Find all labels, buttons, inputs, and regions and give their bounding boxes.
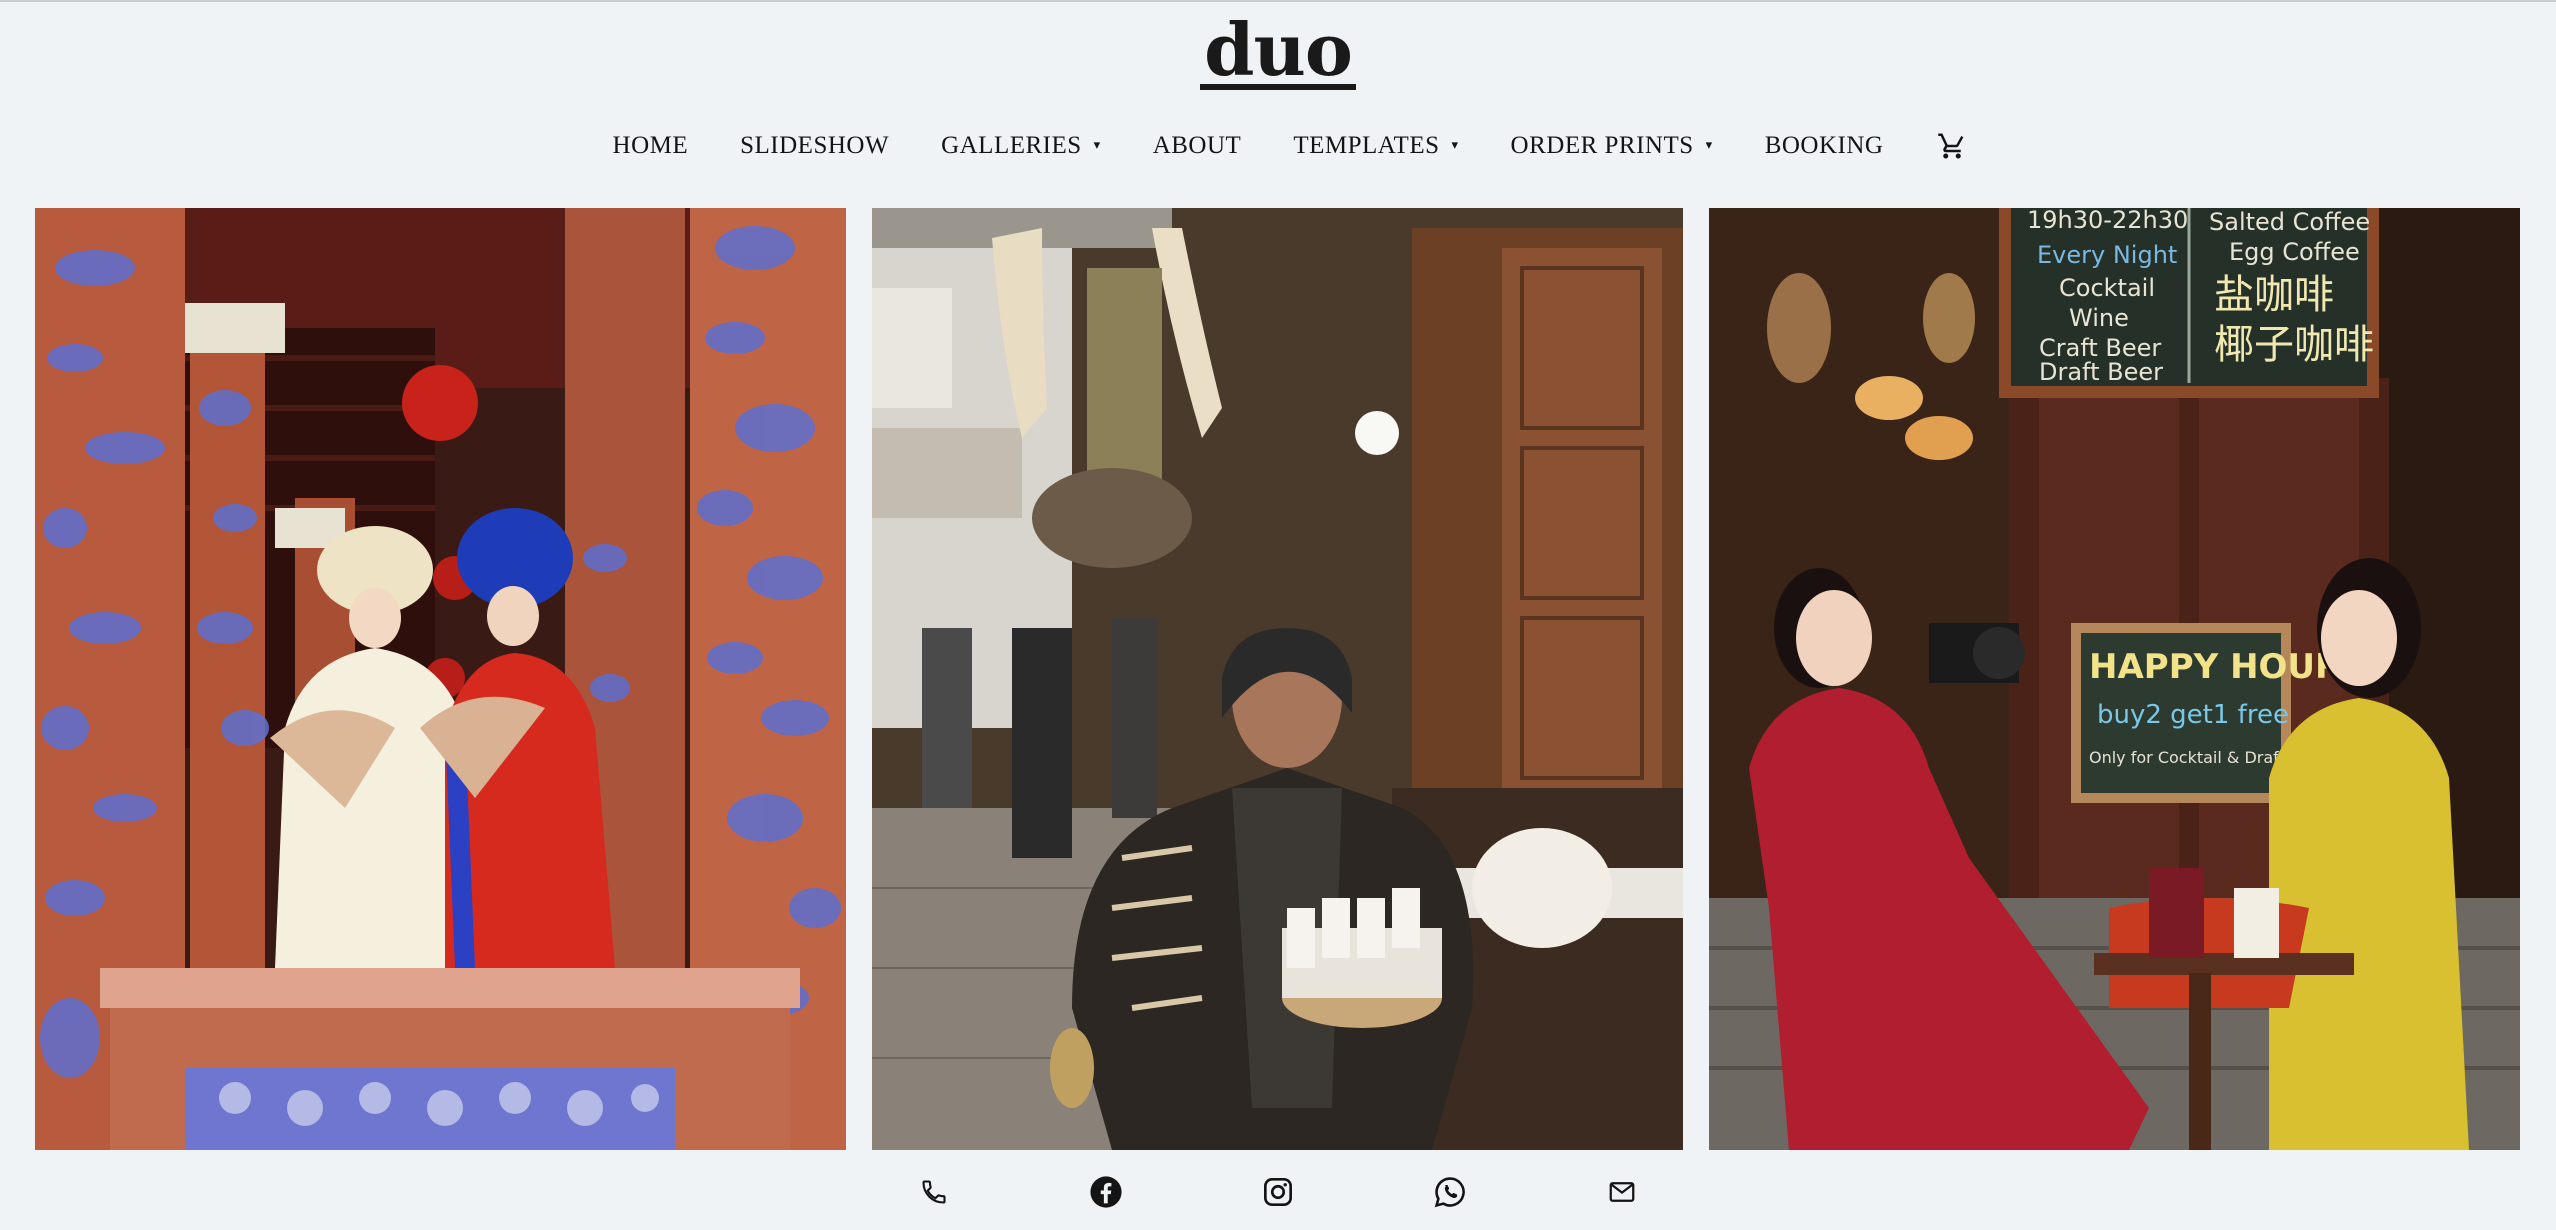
chalkboard-line: 椰子咖啡 — [2214, 322, 2374, 368]
chalkboard-line: Egg Coffee — [2229, 238, 2360, 266]
photo-temple-women — [35, 208, 846, 1150]
photo-gallery: 19h30-22h30 Every Night Cocktail Wine Cr… — [0, 208, 2556, 1150]
photo-market-vendor — [872, 208, 1683, 1150]
phone-icon[interactable] — [912, 1170, 956, 1214]
logo-text[interactable]: duo — [1200, 13, 1356, 91]
nav-home[interactable]: HOME — [613, 132, 689, 160]
whatsapp-icon[interactable] — [1428, 1170, 1472, 1214]
main-navigation: HOME SLIDESHOW GALLERIES ▾ ABOUT TEMPLATE… — [0, 118, 2556, 174]
phone-icon-graphic — [922, 1180, 946, 1204]
nav-galleries[interactable]: GALLERIES ▾ — [941, 132, 1101, 160]
photo-cafe-women: 19h30-22h30 Every Night Cocktail Wine Cr… — [1709, 208, 2520, 1150]
chalkboard-line: Every Night — [2037, 241, 2177, 269]
chalkboard-line: Salted Coffee — [2209, 208, 2370, 236]
gallery-photo-3[interactable]: 19h30-22h30 Every Night Cocktail Wine Cr… — [1709, 208, 2520, 1150]
cart-icon-graphic — [1938, 133, 1964, 159]
instagram-icon[interactable] — [1256, 1170, 1300, 1214]
caret-down-icon[interactable]: ▾ — [1706, 137, 1713, 153]
facebook-icon-graphic — [1090, 1176, 1122, 1208]
mail-icon[interactable] — [1600, 1170, 1644, 1214]
sign-line: buy2 get1 free — [2097, 700, 2289, 730]
mail-icon-graphic — [1609, 1182, 1635, 1202]
chalkboard-line: Cocktail — [2059, 274, 2155, 302]
nav-about[interactable]: ABOUT — [1153, 132, 1242, 160]
chalkboard-line: Draft Beer — [2039, 358, 2163, 386]
gallery-photo-1[interactable] — [35, 208, 846, 1150]
nav-order-prints[interactable]: ORDER PRINTS ▾ — [1511, 132, 1713, 160]
nav-slideshow[interactable]: SLIDESHOW — [740, 132, 889, 160]
social-links — [0, 1164, 2556, 1220]
nav-about-label[interactable]: ABOUT — [1153, 132, 1242, 160]
top-border — [0, 0, 2556, 2]
chalkboard-line: Wine — [2069, 304, 2129, 332]
whatsapp-icon-graphic — [1434, 1177, 1465, 1208]
nav-order-prints-label[interactable]: ORDER PRINTS — [1511, 132, 1694, 160]
nav-booking[interactable]: BOOKING — [1765, 132, 1884, 160]
chalkboard-line: 盐咖啡 — [2214, 272, 2334, 318]
gallery-photo-2[interactable] — [872, 208, 1683, 1150]
nav-home-label[interactable]: HOME — [613, 132, 689, 160]
caret-down-icon[interactable]: ▾ — [1452, 137, 1459, 153]
instagram-icon-graphic — [1264, 1178, 1292, 1206]
nav-templates-label[interactable]: TEMPLATES — [1293, 132, 1439, 160]
facebook-icon[interactable] — [1084, 1170, 1128, 1214]
caret-down-icon[interactable]: ▾ — [1094, 137, 1101, 153]
chalkboard-line: 19h30-22h30 — [2027, 208, 2188, 234]
cart-icon[interactable] — [1935, 129, 1969, 163]
nav-booking-label[interactable]: BOOKING — [1765, 132, 1884, 160]
sign-line: HAPPY HOUR — [2089, 647, 2341, 687]
nav-slideshow-label[interactable]: SLIDESHOW — [740, 132, 889, 160]
nav-galleries-label[interactable]: GALLERIES — [941, 132, 1082, 160]
site-logo[interactable]: duo — [0, 10, 2556, 91]
nav-templates[interactable]: TEMPLATES ▾ — [1293, 132, 1458, 160]
